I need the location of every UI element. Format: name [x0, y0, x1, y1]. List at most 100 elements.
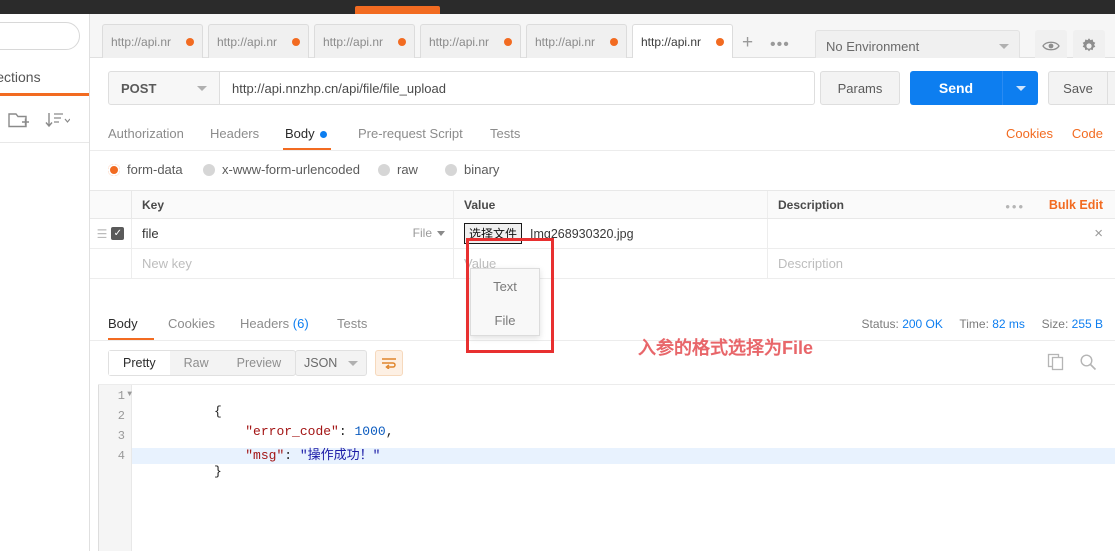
chevron-down-icon [348, 360, 358, 366]
unsaved-dot-icon [610, 37, 618, 46]
row-gutter: ☰ ✓ [90, 219, 132, 248]
response-headers-count: (6) [292, 316, 309, 331]
cookies-link[interactable]: Cookies [1006, 126, 1053, 141]
line-number-gutter: 1 ▼ 2 3 4 [98, 385, 132, 551]
response-tabs: Body Cookies Headers (6) Tests Status: 2… [90, 308, 1115, 342]
request-tab-label: http://api.nr [641, 34, 702, 49]
line-number: 3 [117, 429, 125, 443]
request-tab-3[interactable]: http://api.nr [314, 24, 415, 58]
url-bar: POST http://api.nnzhp.cn/api/file/file_u… [90, 58, 1115, 114]
remove-row-button[interactable]: × [1094, 226, 1103, 241]
word-wrap-button[interactable] [375, 350, 403, 376]
response-tab-headers[interactable]: Headers (6) [240, 316, 309, 331]
time-value: 82 ms [992, 317, 1025, 331]
table-row: New key Value Description [90, 249, 1115, 279]
row-gutter [90, 249, 132, 278]
request-tab-4[interactable]: http://api.nr [420, 24, 521, 58]
table-options-button[interactable]: ••• [1005, 199, 1025, 214]
fold-arrow-icon[interactable]: ▼ [127, 390, 132, 399]
view-mode-preview[interactable]: Preview [223, 351, 295, 375]
request-tab-6[interactable]: http://api.nr [632, 24, 733, 58]
json-colon: : [284, 448, 300, 463]
unsaved-dot-icon [292, 37, 300, 46]
url-input[interactable]: http://api.nnzhp.cn/api/file/file_upload [220, 71, 815, 105]
radio-unselected-icon [378, 163, 390, 176]
response-tab-tests[interactable]: Tests [337, 316, 367, 331]
new-key-input[interactable]: New key [132, 249, 454, 278]
word-wrap-icon [382, 358, 396, 369]
postman-window: llections http://api [0, 0, 1115, 551]
radio-raw[interactable]: raw [378, 162, 418, 177]
search-icon [1080, 354, 1097, 371]
response-tab-cookies[interactable]: Cookies [168, 316, 215, 331]
row-checkbox[interactable]: ✓ [111, 227, 125, 240]
gear-icon [1082, 38, 1096, 52]
radio-label: binary [464, 162, 500, 177]
radio-unselected-icon [203, 163, 215, 176]
request-tab-1[interactable]: http://api.nr [102, 24, 203, 58]
request-tab-label: http://api.nr [535, 34, 596, 49]
sort-icon[interactable] [44, 110, 71, 133]
code-link[interactable]: Code [1072, 126, 1103, 141]
save-button[interactable]: Save [1048, 71, 1108, 105]
params-button[interactable]: Params [820, 71, 900, 105]
sidebar-divider [0, 142, 90, 143]
line-number: 2 [117, 409, 125, 423]
row-type-selector[interactable]: File [413, 226, 445, 240]
radio-label: x-www-form-urlencoded [222, 162, 360, 177]
radio-binary[interactable]: binary [445, 162, 499, 177]
response-format-selector[interactable]: JSON [295, 350, 367, 376]
sidebar-search-input[interactable] [0, 22, 80, 50]
header-gutter [90, 191, 132, 218]
new-description-placeholder: Description [778, 256, 844, 271]
sidebar-tab-collections[interactable]: llections [0, 69, 90, 85]
view-mode-pretty[interactable]: Pretty [109, 351, 170, 375]
search-response-button[interactable] [1079, 353, 1097, 374]
http-method-selector[interactable]: POST [108, 71, 220, 105]
tab-headers[interactable]: Headers [210, 126, 259, 141]
view-mode-raw[interactable]: Raw [170, 351, 223, 375]
new-tab-button[interactable]: + [742, 32, 753, 54]
copy-response-button[interactable] [1047, 353, 1065, 374]
response-tabs-divider [90, 340, 1115, 341]
time-label: Time: [959, 317, 989, 331]
new-description-input[interactable]: Description [768, 249, 1115, 278]
tab-options-button[interactable]: ••• [770, 36, 790, 54]
tab-body-label: Body [285, 126, 315, 141]
unsaved-dot-icon [186, 37, 194, 46]
bulk-edit-button[interactable]: Bulk Edit [1049, 198, 1103, 212]
eye-icon [1042, 41, 1060, 51]
send-options-button[interactable] [1002, 71, 1038, 105]
tab-body[interactable]: Body [285, 126, 327, 141]
response-tab-body[interactable]: Body [108, 316, 138, 331]
code-line-4: } [136, 449, 222, 494]
json-comma: , [385, 424, 394, 439]
request-tabs-divider [90, 150, 1115, 151]
json-value-msg: "操作成功！" [299, 448, 381, 463]
size-label: Size: [1041, 317, 1069, 331]
request-tab-5[interactable]: http://api.nr [526, 24, 627, 58]
drag-handle-icon[interactable]: ☰ [97, 228, 108, 240]
json-key-msg: "msg" [245, 448, 285, 463]
request-tab-2[interactable]: http://api.nr [208, 24, 309, 58]
save-options-button[interactable] [1108, 71, 1115, 105]
response-body-editor[interactable]: 1 ▼ 2 3 4 { "error_code": 1000, "msg": "… [98, 384, 1115, 551]
column-header-key: Key [142, 197, 165, 212]
active-window-tab-marker [355, 6, 440, 14]
radio-form-data[interactable]: form-data [108, 162, 183, 177]
tab-authorization[interactable]: Authorization [108, 126, 184, 141]
new-key-placeholder: New key [142, 256, 192, 271]
response-view-mode-group: Pretty Raw Preview [108, 350, 297, 376]
tab-tests[interactable]: Tests [490, 126, 520, 141]
chevron-down-icon [437, 230, 445, 236]
status-label: Status: [861, 317, 899, 331]
new-folder-icon[interactable] [8, 110, 30, 133]
radio-x-www-form-urlencoded[interactable]: x-www-form-urlencoded [203, 162, 360, 177]
row-key-text: file [142, 226, 159, 241]
row-description-cell[interactable]: × [768, 219, 1115, 248]
row-key-cell[interactable]: file File [132, 219, 454, 248]
send-button[interactable]: Send [910, 71, 1002, 105]
body-type-radio-group: form-data x-www-form-urlencoded raw bina… [90, 154, 1115, 189]
tab-pre-request-script[interactable]: Pre-request Script [358, 126, 463, 141]
main-panel: http://api.nr http://api.nr http://api.n… [90, 14, 1115, 551]
